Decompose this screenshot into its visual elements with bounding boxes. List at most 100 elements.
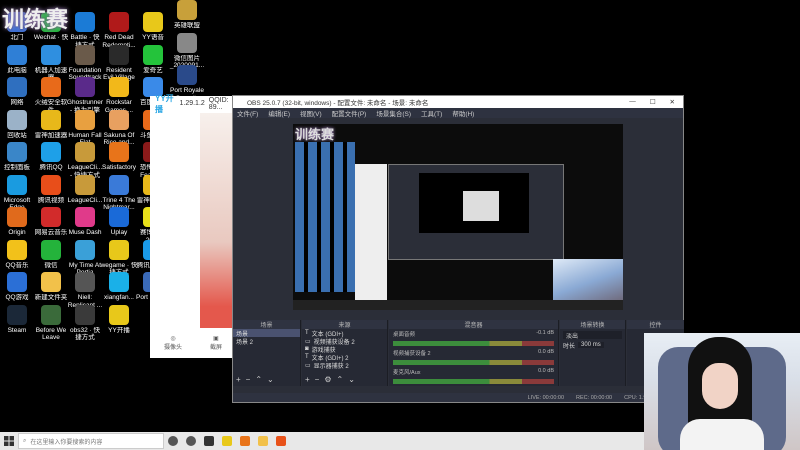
menu-edit[interactable]: 编辑(E): [268, 108, 290, 118]
close-icon[interactable]: ✕: [670, 98, 675, 106]
desktop-icon[interactable]: 控制面板: [0, 142, 36, 172]
desktop-icon[interactable]: 网易云音乐: [32, 207, 70, 237]
mixer-channel: 麦克风/Aux 0.0 dB: [393, 368, 554, 376]
desktop-icon[interactable]: Before We Leave: [32, 304, 70, 342]
desktop-icon[interactable]: 腾讯视频: [32, 174, 70, 205]
app-icon: [41, 304, 61, 325]
desktop-icon[interactable]: obs32 · 快 捷方式: [66, 304, 104, 342]
desktop-icon[interactable]: xiangfan...: [100, 272, 138, 302]
desktop-icon[interactable]: 火绒安全软件: [32, 77, 70, 114]
move-down-icon[interactable]: ⌄: [267, 375, 274, 384]
transitions-dock: 场景转换 淡出 时长 300 ms: [560, 320, 626, 386]
desktop-icon[interactable]: Steam: [0, 304, 36, 335]
settings-icon[interactable]: ⚙: [324, 375, 331, 384]
task-view-icon[interactable]: [182, 432, 200, 450]
desktop-icon[interactable]: Ghostrunner - 换为引擎: [66, 77, 104, 114]
desktop-icon[interactable]: Origin: [0, 207, 36, 237]
desktop-icon[interactable]: 爱奇艺: [134, 44, 172, 75]
desktop-icon[interactable]: Red Dead Redempti...: [100, 12, 138, 49]
preview-desktop-icons: [295, 142, 355, 292]
menu-profile[interactable]: 配置文件(P): [332, 108, 367, 118]
preview-overlay-title: 训练赛: [295, 128, 335, 143]
app-icon: [41, 272, 61, 292]
start-button[interactable]: [0, 432, 18, 450]
text-icon: T: [305, 354, 309, 360]
app-icon: [75, 44, 95, 65]
desktop-icon[interactable]: 雷神加速器: [32, 109, 70, 140]
firefox-icon[interactable]: [272, 432, 290, 450]
app-icon: [41, 109, 61, 130]
remove-icon[interactable]: −: [246, 375, 251, 384]
desktop-icon[interactable]: YY开播: [100, 304, 138, 335]
menu-tools[interactable]: 工具(T): [421, 108, 442, 118]
app-icon: [177, 32, 197, 53]
desktop-icon[interactable]: Foundation Soundtrack: [66, 44, 104, 82]
minimize-icon[interactable]: —: [629, 98, 636, 106]
desktop-icon[interactable]: 回收站: [0, 109, 36, 140]
menu-help[interactable]: 帮助(H): [452, 108, 474, 118]
menu-file[interactable]: 文件(F): [237, 108, 258, 118]
yy-taskbar-icon[interactable]: [218, 432, 236, 450]
gamepad-icon: ◙: [305, 346, 309, 352]
remove-icon[interactable]: −: [315, 375, 320, 384]
desktop-icon[interactable]: wegame · 快 捷方式: [100, 239, 138, 277]
desktop-icon[interactable]: 新建文件夹: [32, 272, 70, 302]
move-up-icon[interactable]: ⌃: [255, 375, 262, 384]
desktop-icon[interactable]: 机器人加速器: [32, 44, 70, 82]
add-icon[interactable]: +: [305, 375, 310, 384]
desktop-icon[interactable]: 腾讯QQ: [32, 142, 70, 172]
desktop-icon[interactable]: Rockstar Games ...: [100, 77, 138, 114]
desktop-icon[interactable]: LeagueCli... - 快捷方式: [66, 142, 104, 179]
obs-preview[interactable]: 训练赛: [293, 124, 623, 310]
file-explorer-icon[interactable]: [254, 432, 272, 450]
desktop-icon[interactable]: 网络: [0, 77, 36, 107]
move-up-icon[interactable]: ⌃: [337, 375, 344, 384]
volume-meter[interactable]: [393, 379, 554, 384]
desktop-icon-label: 此电脑: [7, 66, 27, 74]
desktop-icon[interactable]: 微信: [32, 239, 70, 270]
desktop-icon[interactable]: Resident Evil Village: [100, 44, 138, 82]
app-taskbar-icon[interactable]: [236, 432, 254, 450]
cortana-icon[interactable]: [164, 432, 182, 450]
taskbar-search[interactable]: ⌕ 在这里输入你要搜索的内容: [18, 433, 164, 449]
desktop-icon[interactable]: QQ音乐: [0, 239, 36, 270]
desktop-icon-label: Before We Leave: [35, 326, 67, 342]
desktop-icon[interactable]: Niell: Replicant ...: [66, 272, 104, 309]
desktop-icon[interactable]: 此电脑: [0, 44, 36, 75]
desktop-icon-label: 新建文件夹: [34, 294, 68, 301]
menu-scene-collection[interactable]: 场景集合(S): [376, 108, 411, 118]
desktop-icon[interactable]: LeagueCli...: [66, 174, 104, 205]
obs-window: OBS 25.0.7 (32-bit, windows) - 配置文件: 未命名…: [232, 95, 684, 403]
volume-meter[interactable]: [393, 341, 554, 346]
volume-meter[interactable]: [393, 360, 554, 365]
desktop-icon[interactable]: YY语音: [134, 12, 172, 42]
preview-nested-window: [463, 191, 499, 221]
menu-view[interactable]: 视图(V): [300, 108, 322, 118]
add-icon[interactable]: +: [236, 375, 241, 384]
preview-taskbar: [293, 300, 623, 310]
desktop-icon[interactable]: Sakuna Of Rice and...: [100, 109, 138, 147]
desktop-icon[interactable]: Uplay: [100, 207, 138, 237]
duration-input[interactable]: 300 ms: [578, 342, 604, 348]
desktop-icon[interactable]: Battle · 快 捷方式: [66, 12, 104, 49]
move-down-icon[interactable]: ⌄: [348, 375, 355, 384]
maximize-icon[interactable]: ☐: [650, 98, 656, 106]
desktop-icon[interactable]: Trine 4 The Nightmar...: [100, 174, 138, 212]
yy-camera-button[interactable]: ◎ 摄像头: [164, 335, 182, 351]
transition-select[interactable]: 淡出: [563, 331, 622, 340]
desktop-icon[interactable]: Satisfactory: [100, 142, 138, 172]
desktop-icon[interactable]: QQ游戏: [0, 272, 36, 302]
sources-controls: + − ⚙ ⌃ ⌄: [305, 375, 355, 384]
desktop-icon[interactable]: Human Fall Flat: [66, 109, 104, 147]
app-icon: [143, 44, 163, 65]
yy-screenshot-button[interactable]: ▣ 截屏: [210, 335, 222, 351]
desktop-icon[interactable]: 英雄联盟: [168, 0, 206, 30]
obs-taskbar-icon[interactable]: [200, 432, 218, 450]
desktop-icon[interactable]: 微信图片 _2020091...: [168, 32, 206, 70]
desktop-icon[interactable]: Muse Dash: [66, 207, 104, 237]
transition-duration: 时长 300 ms: [560, 341, 625, 350]
desktop-icon[interactable]: Microsoft Edge: [0, 174, 36, 212]
source-item[interactable]: ▭ 显示器捕获 2: [302, 361, 387, 370]
desktop-icon[interactable]: My Time At Portia: [66, 239, 104, 277]
scene-item[interactable]: 场景 2: [233, 337, 300, 346]
